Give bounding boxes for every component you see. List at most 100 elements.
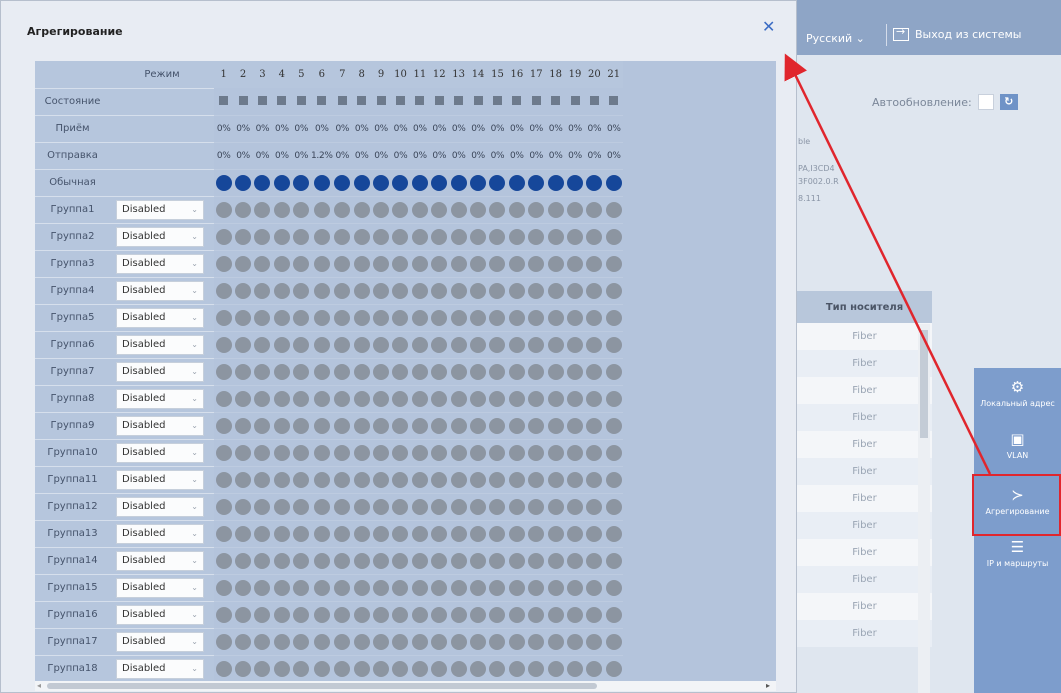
side-item-ip-routes[interactable]: ☰ IP и маршруты xyxy=(974,538,1061,568)
group-port-radio[interactable] xyxy=(392,309,409,326)
group-port-radio[interactable] xyxy=(431,336,448,353)
group-port-radio[interactable] xyxy=(431,228,448,245)
normal-port-radio[interactable] xyxy=(392,174,409,191)
group-port-radio[interactable] xyxy=(450,552,467,569)
group-port-radio[interactable] xyxy=(373,552,390,569)
group-port-radio[interactable] xyxy=(547,525,564,542)
group-port-radio[interactable] xyxy=(273,633,290,650)
group-port-radio[interactable] xyxy=(353,606,370,623)
group-port-radio[interactable] xyxy=(411,201,428,218)
group-port-radio[interactable] xyxy=(411,471,428,488)
group-port-radio[interactable] xyxy=(528,228,545,245)
group-port-radio[interactable] xyxy=(450,336,467,353)
group-port-radio[interactable] xyxy=(215,417,232,434)
group-port-radio[interactable] xyxy=(411,579,428,596)
group-port-radio[interactable] xyxy=(508,471,525,488)
group-port-radio[interactable] xyxy=(313,363,330,380)
group-port-radio[interactable] xyxy=(235,579,252,596)
group-port-radio[interactable] xyxy=(254,228,271,245)
group-port-radio[interactable] xyxy=(470,282,487,299)
group-port-radio[interactable] xyxy=(528,606,545,623)
group-port-radio[interactable] xyxy=(586,471,603,488)
group-port-radio[interactable] xyxy=(586,444,603,461)
group-port-radio[interactable] xyxy=(334,444,351,461)
group-port-radio[interactable] xyxy=(605,579,622,596)
group-port-radio[interactable] xyxy=(470,228,487,245)
group-port-radio[interactable] xyxy=(313,525,330,542)
group-port-radio[interactable] xyxy=(254,552,271,569)
group-port-radio[interactable] xyxy=(334,228,351,245)
group-port-radio[interactable] xyxy=(586,336,603,353)
group-port-radio[interactable] xyxy=(567,417,583,434)
group-mode-select[interactable]: Disabled ⌄ xyxy=(116,334,204,355)
group-port-radio[interactable] xyxy=(489,660,506,677)
group-port-radio[interactable] xyxy=(273,579,290,596)
group-mode-select[interactable]: Disabled ⌄ xyxy=(116,199,204,220)
group-port-radio[interactable] xyxy=(293,579,310,596)
group-port-radio[interactable] xyxy=(567,390,583,407)
group-port-radio[interactable] xyxy=(411,309,428,326)
group-port-radio[interactable] xyxy=(586,525,603,542)
group-port-radio[interactable] xyxy=(353,552,370,569)
group-port-radio[interactable] xyxy=(373,633,390,650)
group-port-radio[interactable] xyxy=(528,444,545,461)
group-port-radio[interactable] xyxy=(567,525,583,542)
group-port-radio[interactable] xyxy=(293,552,310,569)
group-port-radio[interactable] xyxy=(605,282,622,299)
group-port-radio[interactable] xyxy=(508,498,525,515)
group-port-radio[interactable] xyxy=(567,201,583,218)
group-mode-select[interactable]: Disabled ⌄ xyxy=(116,469,204,490)
group-port-radio[interactable] xyxy=(392,417,409,434)
group-port-radio[interactable] xyxy=(215,633,232,650)
group-port-radio[interactable] xyxy=(547,660,564,677)
group-port-radio[interactable] xyxy=(313,201,330,218)
group-port-radio[interactable] xyxy=(293,471,310,488)
group-port-radio[interactable] xyxy=(334,363,351,380)
group-port-radio[interactable] xyxy=(605,525,622,542)
group-port-radio[interactable] xyxy=(547,417,564,434)
group-port-radio[interactable] xyxy=(313,552,330,569)
group-port-radio[interactable] xyxy=(235,363,252,380)
group-port-radio[interactable] xyxy=(489,363,506,380)
group-port-radio[interactable] xyxy=(508,201,525,218)
group-port-radio[interactable] xyxy=(547,444,564,461)
group-port-radio[interactable] xyxy=(353,417,370,434)
group-port-radio[interactable] xyxy=(489,471,506,488)
group-port-radio[interactable] xyxy=(373,444,390,461)
group-port-radio[interactable] xyxy=(450,579,467,596)
group-port-radio[interactable] xyxy=(567,282,583,299)
group-port-radio[interactable] xyxy=(470,444,487,461)
group-port-radio[interactable] xyxy=(235,417,252,434)
group-port-radio[interactable] xyxy=(353,471,370,488)
normal-port-radio[interactable] xyxy=(254,174,271,191)
group-port-radio[interactable] xyxy=(528,633,545,650)
group-port-radio[interactable] xyxy=(547,390,564,407)
group-port-radio[interactable] xyxy=(215,201,232,218)
group-port-radio[interactable] xyxy=(273,552,290,569)
group-port-radio[interactable] xyxy=(254,309,271,326)
group-port-radio[interactable] xyxy=(313,579,330,596)
normal-port-radio[interactable] xyxy=(313,174,330,191)
group-port-radio[interactable] xyxy=(508,444,525,461)
group-port-radio[interactable] xyxy=(215,579,232,596)
refresh-icon[interactable]: ↻ xyxy=(999,94,1018,110)
group-port-radio[interactable] xyxy=(567,552,583,569)
logout-button[interactable]: Выход из системы xyxy=(893,25,1021,41)
group-port-radio[interactable] xyxy=(373,201,390,218)
group-port-radio[interactable] xyxy=(293,390,310,407)
group-port-radio[interactable] xyxy=(353,579,370,596)
group-port-radio[interactable] xyxy=(547,255,564,272)
group-port-radio[interactable] xyxy=(547,201,564,218)
group-mode-select[interactable]: Disabled ⌄ xyxy=(116,577,204,598)
group-port-radio[interactable] xyxy=(567,336,583,353)
group-port-radio[interactable] xyxy=(489,309,506,326)
group-port-radio[interactable] xyxy=(392,228,409,245)
group-port-radio[interactable] xyxy=(489,633,506,650)
group-port-radio[interactable] xyxy=(313,606,330,623)
group-port-radio[interactable] xyxy=(392,255,409,272)
group-port-radio[interactable] xyxy=(605,309,622,326)
group-port-radio[interactable] xyxy=(586,552,603,569)
group-port-radio[interactable] xyxy=(235,309,252,326)
group-port-radio[interactable] xyxy=(353,228,370,245)
normal-port-radio[interactable] xyxy=(547,174,564,191)
